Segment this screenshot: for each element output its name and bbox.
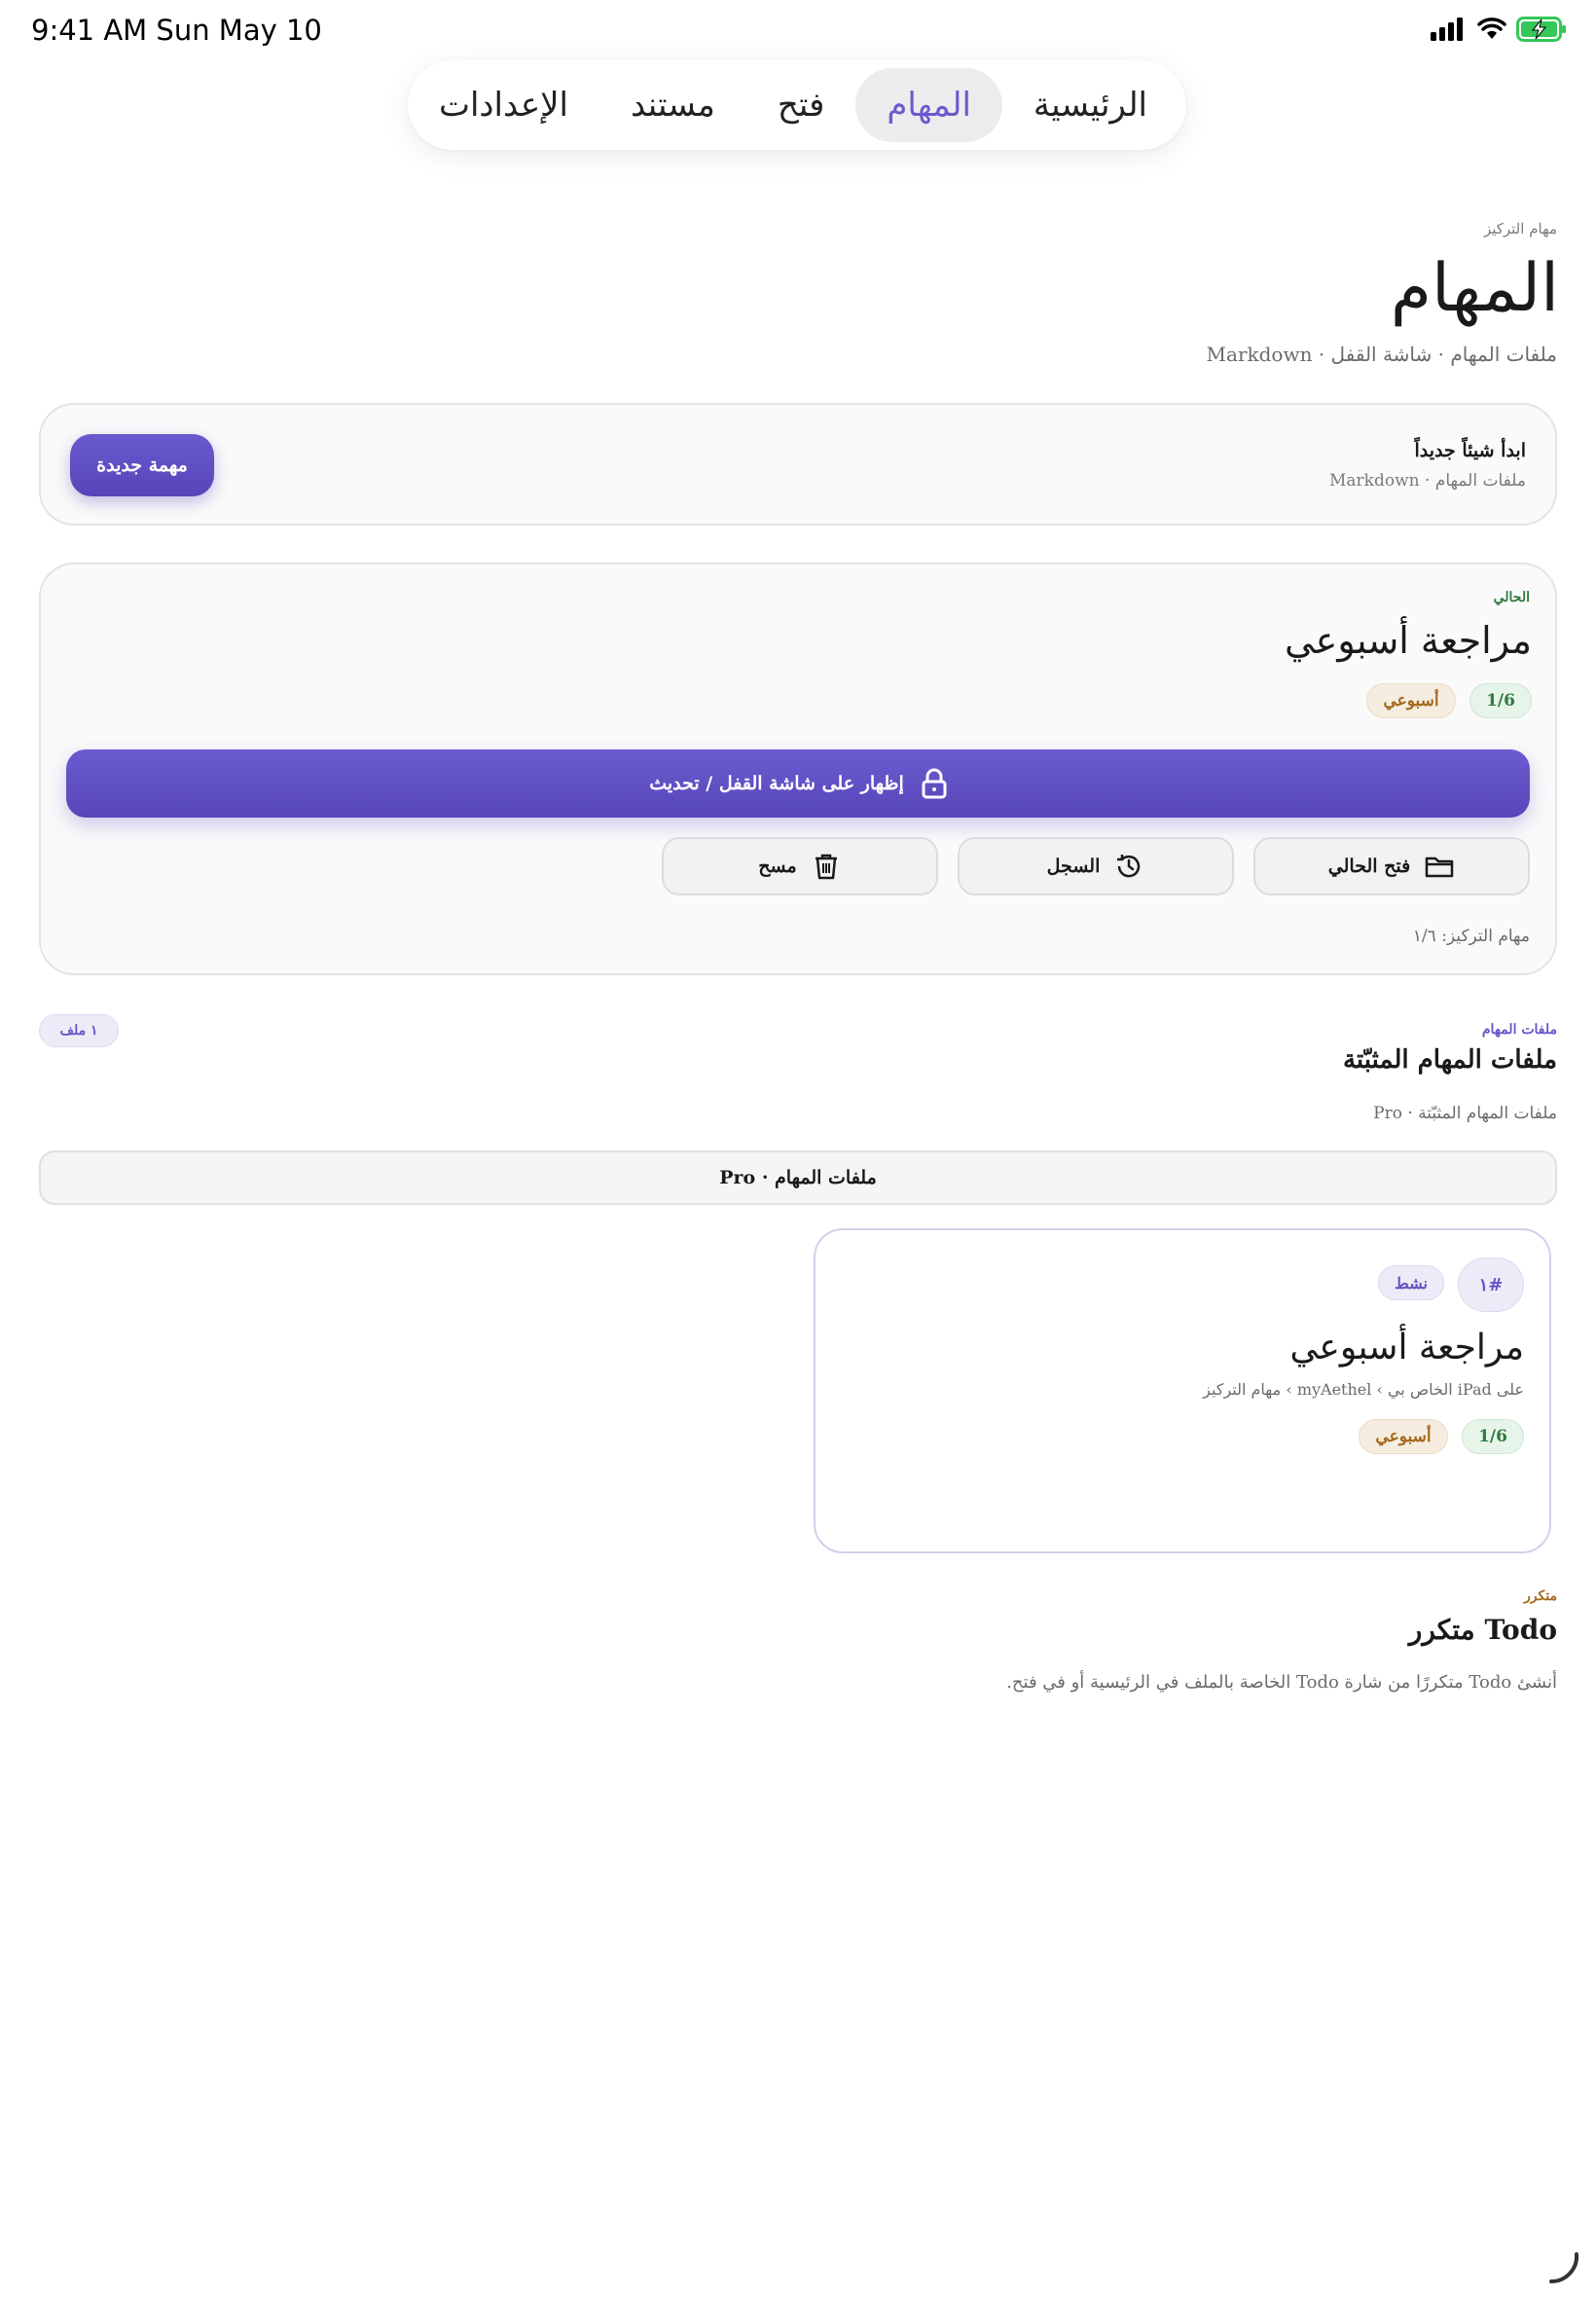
task-progress-pill: 1/6 [1462, 1419, 1524, 1454]
task-status-badge: نشط [1378, 1265, 1444, 1300]
signal-icon [1431, 18, 1463, 41]
new-task-title: ابدأ شيئاً جديداً [1414, 440, 1526, 461]
page-title: المهام [1390, 250, 1559, 327]
lock-icon [922, 768, 947, 799]
cadence-pill: أسبوعي [1366, 683, 1456, 718]
folder-icon [1425, 857, 1454, 878]
top-tab-bar: الرئيسية المهام فتح مستند الإعدادات [408, 60, 1186, 150]
battery-charging-icon [1516, 17, 1566, 42]
history-icon [1117, 855, 1141, 878]
tab-settings[interactable]: الإعدادات [408, 68, 599, 142]
open-current-button[interactable]: فتح الحالي [1253, 837, 1530, 895]
tab-home[interactable]: الرئيسية [1002, 68, 1179, 142]
task-file-path: على iPad الخاص بي › myAethel › مهام التر… [1203, 1380, 1524, 1399]
file-count-badge: ١ ملف [39, 1014, 119, 1047]
loading-spinner-icon [1549, 2252, 1579, 2284]
tab-open[interactable]: فتح [746, 68, 855, 142]
status-time: 9:41 AM Sun May 10 [31, 14, 322, 47]
page-subtitle: ملفات المهام · شاشة القفل · Markdown [1206, 343, 1557, 366]
new-task-button[interactable]: مهمة جديدة [70, 434, 214, 496]
trash-icon [815, 854, 837, 880]
current-task-card: الحالي مراجعة أسبوعي 1/6 أسبوعي إظهار عل… [39, 563, 1557, 975]
recurring-description: أنشئ Todo متكررًا من شارة Todo الخاصة با… [1006, 1672, 1557, 1693]
current-footer: مهام التركيز: ١/٦ [1412, 927, 1530, 946]
lock-screen-label: إظهار على شاشة القفل / تحديث [649, 773, 904, 794]
pro-task-files-bar[interactable]: ملفات المهام · Pro [39, 1150, 1557, 1205]
task-file-pills: 1/6 أسبوعي [1359, 1419, 1524, 1454]
recurring-title: Todo متكرر [1408, 1614, 1557, 1646]
history-button[interactable]: السجل [958, 837, 1234, 895]
wifi-icon [1477, 18, 1506, 39]
task-cadence-pill: أسبوعي [1359, 1419, 1448, 1454]
recurring-eyebrow: متكرر [1524, 1588, 1557, 1604]
current-eyebrow: الحالي [1493, 590, 1530, 605]
task-index-badge: #١ [1458, 1258, 1524, 1312]
open-current-label: فتح الحالي [1327, 856, 1411, 877]
task-file-title: مراجعة أسبوعي [1289, 1328, 1524, 1367]
current-title: مراجعة أسبوعي [1285, 619, 1532, 662]
pinned-eyebrow: ملفات المهام [1481, 1022, 1557, 1038]
task-file-card[interactable]: #١ نشط مراجعة أسبوعي على iPad الخاص بي ›… [814, 1228, 1551, 1553]
status-indicators [1431, 17, 1567, 42]
pinned-title: ملفات المهام المثبّتة [1342, 1045, 1557, 1075]
pinned-subtitle: ملفات المهام المثبّتة · Pro [1373, 1104, 1557, 1123]
lock-screen-button[interactable]: إظهار على شاشة القفل / تحديث [66, 749, 1530, 818]
new-task-card: ابدأ شيئاً جديداً ملفات المهام · Markdow… [39, 403, 1557, 526]
history-label: السجل [1046, 856, 1101, 877]
header-eyebrow: مهام التركيز [1483, 220, 1557, 237]
clear-label: مسح [758, 856, 797, 877]
tab-document[interactable]: مستند [599, 68, 746, 142]
clear-button[interactable]: مسح [662, 837, 938, 895]
current-pills: 1/6 أسبوعي [1366, 683, 1532, 718]
status-bar: 9:41 AM Sun May 10 [0, 0, 1596, 62]
tab-tasks[interactable]: المهام [855, 68, 1002, 142]
progress-pill: 1/6 [1469, 683, 1532, 718]
new-task-subtitle: ملفات المهام · Markdown [1329, 471, 1526, 491]
